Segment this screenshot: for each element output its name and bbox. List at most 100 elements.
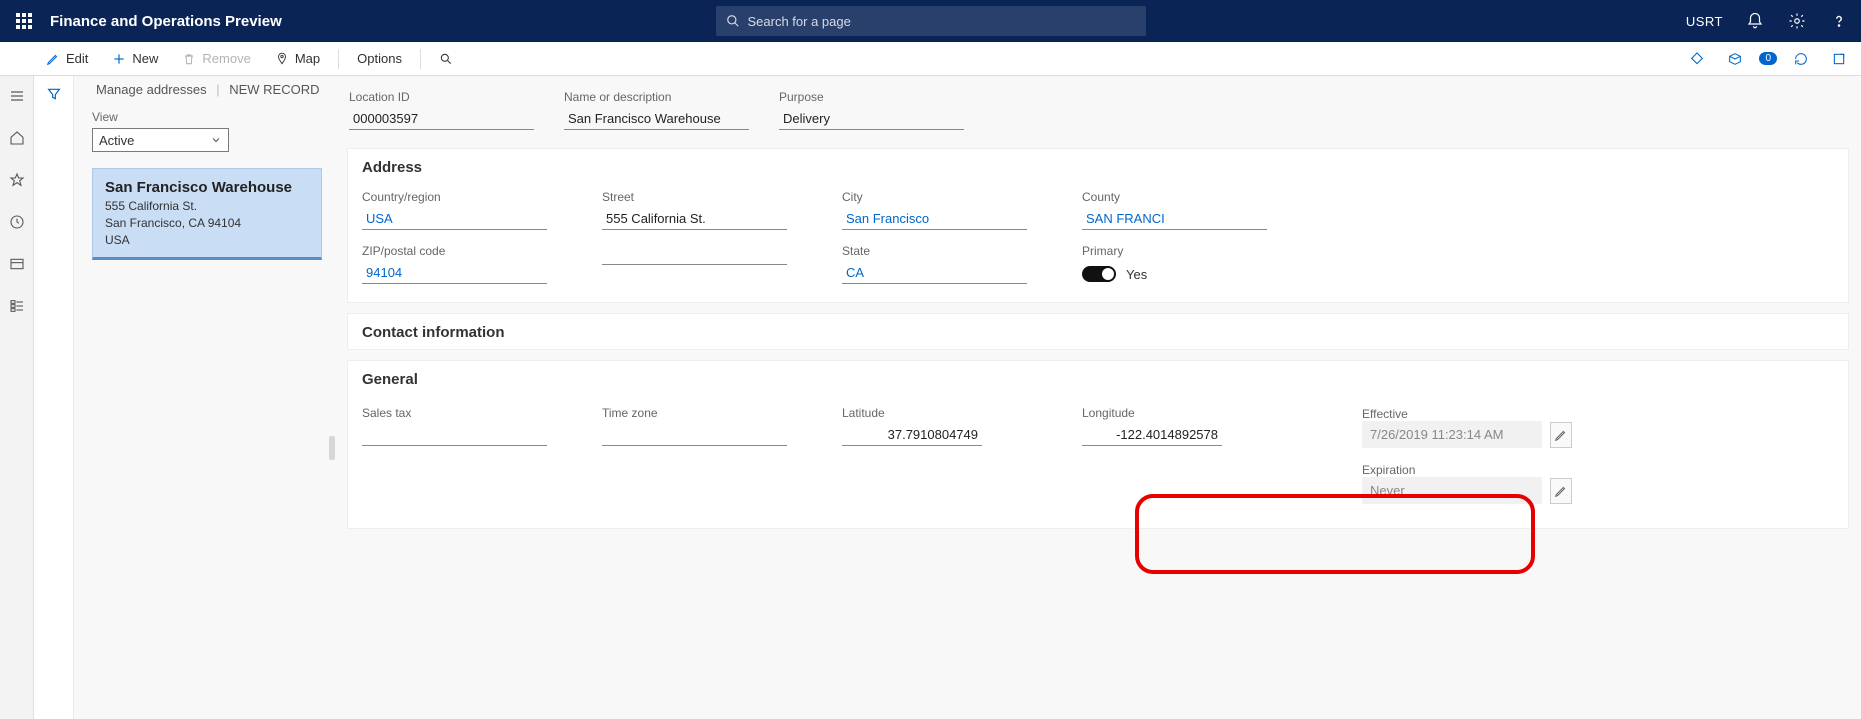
primary-toggle[interactable]: Yes (1082, 266, 1267, 282)
notification-badge[interactable]: 0 (1759, 52, 1777, 65)
effective-input (1362, 421, 1542, 448)
box-icon[interactable] (1721, 45, 1749, 73)
effective-label: Effective (1362, 407, 1408, 421)
name-field: Name or description (564, 90, 749, 130)
longitude-input[interactable] (1082, 424, 1222, 446)
list-item[interactable]: San Francisco Warehouse 555 California S… (92, 168, 322, 260)
global-search[interactable]: Search for a page (716, 6, 1146, 36)
empty-underline (602, 264, 787, 265)
primary-field: Primary Yes (1082, 244, 1267, 282)
remove-label: Remove (202, 51, 250, 66)
help-icon[interactable] (1825, 7, 1853, 35)
purpose-input[interactable] (779, 108, 964, 130)
search-placeholder: Search for a page (748, 14, 851, 29)
state-label: State (842, 244, 1027, 258)
address-title[interactable]: Address (348, 149, 1848, 184)
modules-icon[interactable] (3, 292, 31, 320)
clock-icon[interactable] (3, 208, 31, 236)
contact-title: Contact information (348, 314, 1848, 349)
list-pane: View Active San Francisco Warehouse 555 … (74, 76, 329, 719)
view-label: View (92, 110, 323, 124)
popout-icon[interactable] (1825, 45, 1853, 73)
purpose-label: Purpose (779, 90, 964, 104)
filter-icon[interactable] (46, 86, 62, 719)
view-dropdown[interactable]: Active (92, 128, 229, 152)
street-input[interactable] (602, 208, 787, 230)
card-line: USA (105, 233, 309, 247)
county-input[interactable] (1082, 208, 1267, 230)
country-input[interactable] (362, 208, 547, 230)
app-title: Finance and Operations Preview (50, 13, 282, 30)
expiration-edit-button[interactable] (1550, 478, 1572, 504)
street-label: Street (602, 190, 787, 204)
nav-rail (0, 76, 34, 719)
contact-section[interactable]: Contact information (347, 313, 1849, 350)
top-navbar: Finance and Operations Preview Search fo… (0, 0, 1861, 42)
options-button[interactable]: Options (345, 42, 414, 75)
name-input[interactable] (564, 108, 749, 130)
city-label: City (842, 190, 1027, 204)
county-field: County (1082, 190, 1267, 230)
effective-edit-button[interactable] (1550, 422, 1572, 448)
expiration-input (1362, 477, 1542, 504)
street-field: Street (602, 190, 787, 230)
expiration-label: Expiration (1362, 463, 1415, 477)
attach-icon[interactable] (1683, 45, 1711, 73)
country-field: Country/region (362, 190, 547, 230)
search-action[interactable] (427, 42, 465, 75)
card-title: San Francisco Warehouse (105, 179, 309, 196)
location-id-field: Location ID (349, 90, 534, 130)
edit-label: Edit (66, 51, 88, 66)
remove-button: Remove (170, 42, 262, 75)
sales-tax-input[interactable] (362, 424, 547, 446)
card-line: San Francisco, CA 94104 (105, 216, 309, 230)
city-field: City (842, 190, 1027, 230)
latitude-label: Latitude (842, 406, 982, 420)
separator (420, 49, 421, 69)
general-title[interactable]: General (348, 361, 1848, 396)
time-zone-label: Time zone (602, 406, 787, 420)
new-button[interactable]: New (100, 42, 170, 75)
gear-icon[interactable] (1783, 7, 1811, 35)
home-icon[interactable] (3, 124, 31, 152)
city-input[interactable] (842, 208, 1027, 230)
address-section: Address Country/region ZIP/postal code (347, 148, 1849, 303)
sales-tax-label: Sales tax (362, 406, 547, 420)
zip-label: ZIP/postal code (362, 244, 547, 258)
options-label: Options (357, 51, 402, 66)
latitude-field: Latitude (842, 406, 982, 446)
toggle-switch (1082, 266, 1116, 282)
zip-input[interactable] (362, 262, 547, 284)
refresh-icon[interactable] (1787, 45, 1815, 73)
breadcrumb-root[interactable]: Manage addresses (96, 82, 207, 97)
bell-icon[interactable] (1741, 7, 1769, 35)
country-label: Country/region (362, 190, 547, 204)
star-icon[interactable] (3, 166, 31, 194)
user-code[interactable]: USRT (1686, 14, 1723, 29)
sales-tax-field: Sales tax (362, 406, 547, 446)
breadcrumb-current: NEW RECORD (229, 82, 319, 97)
edit-button[interactable]: Edit (34, 42, 100, 75)
card-line: 555 California St. (105, 199, 309, 213)
detail-form: Location ID Name or description Purpose … (335, 76, 1861, 719)
map-button[interactable]: Map (263, 42, 332, 75)
new-label: New (132, 51, 158, 66)
latitude-input[interactable] (842, 424, 982, 446)
app-launcher-icon[interactable] (8, 5, 40, 37)
county-label: County (1082, 190, 1267, 204)
time-zone-input[interactable] (602, 424, 787, 446)
breadcrumb-sep: | (216, 82, 219, 97)
action-bar: Edit New Remove Map Options 0 (0, 42, 1861, 76)
hamburger-icon[interactable] (3, 82, 31, 110)
purpose-field: Purpose (779, 90, 964, 130)
separator (338, 49, 339, 69)
view-value: Active (99, 133, 134, 148)
longitude-label: Longitude (1082, 406, 1222, 420)
primary-label: Primary (1082, 244, 1267, 258)
breadcrumb: Manage addresses | NEW RECORD (96, 82, 320, 97)
location-id-input[interactable] (349, 108, 534, 130)
name-label: Name or description (564, 90, 749, 104)
workspace-icon[interactable] (3, 250, 31, 278)
state-field: State (842, 244, 1027, 284)
state-input[interactable] (842, 262, 1027, 284)
